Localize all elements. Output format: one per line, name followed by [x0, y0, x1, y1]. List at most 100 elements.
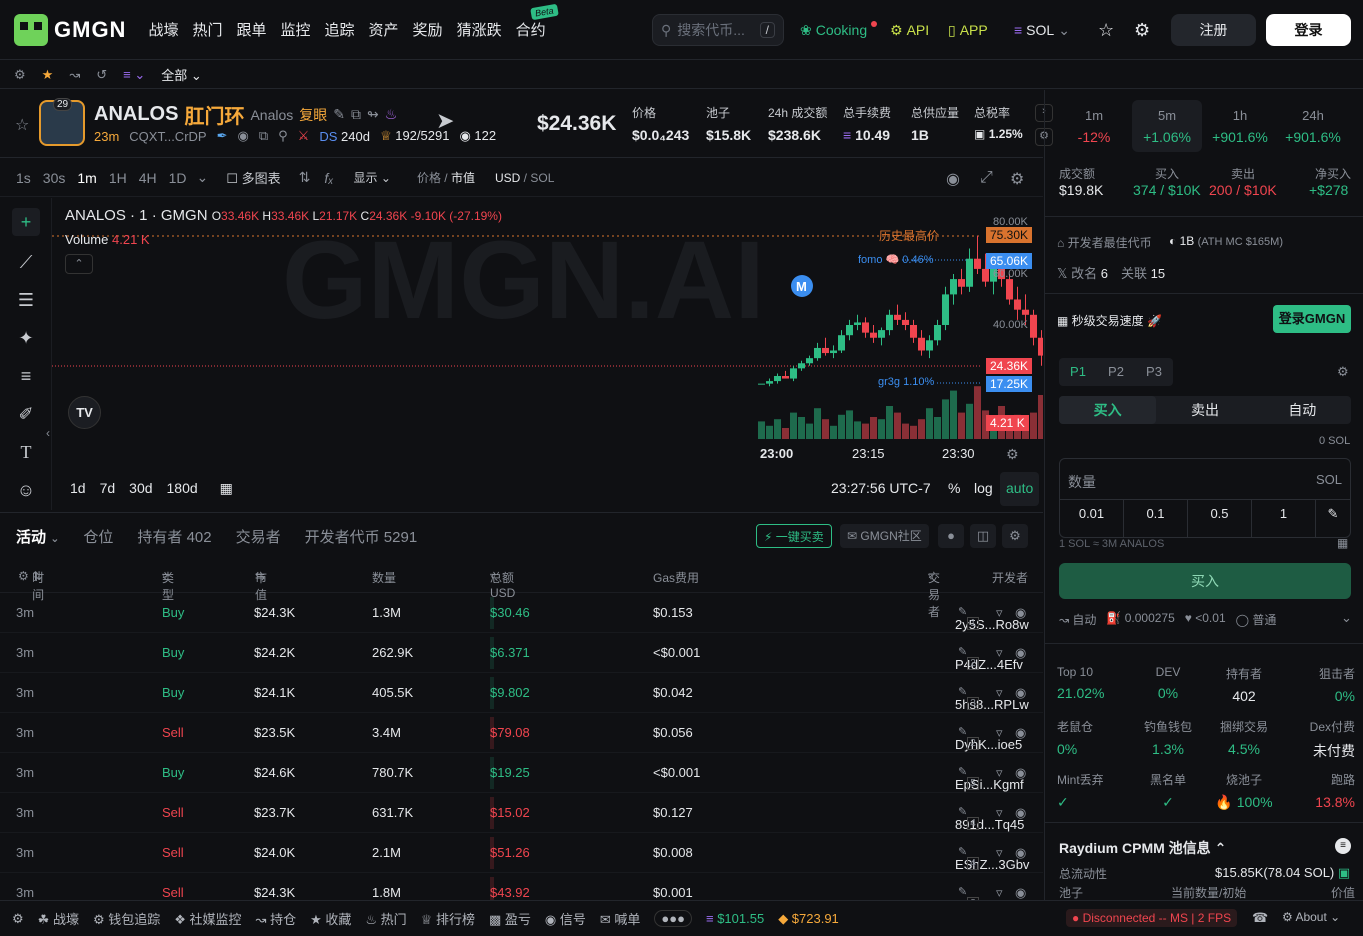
filter-icon[interactable]: ▿ [996, 805, 1003, 821]
table-row[interactable]: 3m Sell $23.5K 3.4M $79.08 $0.056 DyhK...ioe5 ✎… [0, 713, 1043, 753]
footer-social[interactable]: ❖ 社媒监控 [174, 909, 241, 928]
range-7d[interactable]: 7d [100, 480, 116, 497]
interval-1m[interactable]: 1m [77, 170, 96, 186]
filter-icon[interactable]: ▿ [996, 685, 1003, 701]
timeframe-24h[interactable]: 24h +901.6% [1278, 100, 1348, 152]
tab-positions[interactable]: 仓位 [83, 526, 113, 547]
price-mcap-toggle[interactable]: 价格 / 市值 [417, 169, 475, 186]
buy-submit-button[interactable]: 买入 [1059, 563, 1351, 599]
preset-p3[interactable]: P3 [1135, 358, 1173, 386]
quick-amount-01[interactable]: 0.1 [1124, 500, 1188, 538]
expand-settings-chevron-icon[interactable]: ⌄ [1341, 610, 1352, 626]
fib-icon[interactable]: ≡ [12, 362, 40, 390]
nav-trenches[interactable]: 战壕 [148, 19, 178, 40]
interval-1h[interactable]: 1H [109, 170, 127, 186]
nav-assets[interactable]: 资产 [369, 19, 399, 40]
cooking-button[interactable]: ❀ Cooking [800, 14, 878, 46]
register-button[interactable]: 注册 [1171, 14, 1256, 46]
tab-activity[interactable]: 活动 ⌄ [16, 526, 59, 547]
footer-positions[interactable]: ↝ 持仓 [256, 909, 297, 928]
fullscreen-icon[interactable]: ⤢ [980, 169, 993, 187]
interval-more-chevron-icon[interactable]: ⌄ [197, 169, 209, 186]
footer-favorites[interactable]: ★ 收藏 [310, 909, 351, 928]
calendar-icon[interactable]: ▦ [220, 480, 233, 497]
buy-tab[interactable]: 买入 [1059, 396, 1157, 424]
log-toggle[interactable]: log [974, 480, 993, 496]
price-chart[interactable]: GMGN.AI M ANALOS · 1 · GMGN O33.46K H33.… [52, 198, 1061, 510]
table-row[interactable]: 3m Buy $24.2K 262.9K $6.371 <$0.001 P4dZ...4Ef… [0, 633, 1043, 673]
collapse-legend-icon[interactable]: ⌃ [65, 254, 93, 274]
footer-trenches[interactable]: ☘ 战壕 [38, 909, 79, 928]
nav-copytrade[interactable]: 跟单 [236, 19, 266, 40]
filter-icon[interactable]: ▿ [996, 845, 1003, 861]
quick-amount-1[interactable]: 1 [1252, 500, 1316, 538]
token-avatar[interactable]: 29 [39, 98, 85, 146]
share-icon[interactable]: ↬ [367, 106, 379, 123]
table-row[interactable]: 3m Sell $24.0K 2.1M $51.26 $0.008 EShZ...3Gbv ✎… [0, 833, 1043, 873]
table-row[interactable]: 3m Buy $24.1K 405.5K $9.802 $0.042 5hs8...RPLw… [0, 673, 1043, 713]
website-icon[interactable]: ◉ [238, 128, 249, 144]
text-tool-icon[interactable]: T [12, 438, 40, 466]
tab-dev-tokens[interactable]: 开发者代币 5291 [305, 526, 418, 547]
settings-icon[interactable]: ⚙ [14, 67, 26, 83]
twitter-icon[interactable]: ⧉ [259, 128, 268, 144]
filter-icon[interactable]: ▿ [996, 725, 1003, 741]
function-icon[interactable]: fₓ [324, 170, 333, 186]
chain-selector[interactable]: ≡ SOL ⌄ [1014, 14, 1070, 46]
axis-settings-icon[interactable]: ⚙ [1006, 446, 1019, 463]
layout-icon[interactable]: ◫ [970, 524, 996, 548]
currency-toggle[interactable]: USD / SOL [495, 171, 554, 185]
tab-traders[interactable]: 交易者 [236, 526, 281, 547]
trendline-icon[interactable]: ⟋ [12, 248, 40, 276]
emoji-icon[interactable]: ☺ [12, 476, 40, 504]
col-total[interactable]: 总额 USD ▿ [490, 569, 515, 600]
table-settings-icon[interactable]: ⚙ [1002, 524, 1028, 548]
solana-filter-icon[interactable]: ≡ ⌄ [123, 67, 145, 83]
amount-input[interactable]: 数量 [1068, 472, 1096, 492]
edit-amounts-icon[interactable]: ✎ [1316, 500, 1350, 538]
tab-holders[interactable]: 持有者 402 [137, 526, 211, 547]
filter-icon[interactable]: ▿ [996, 605, 1003, 621]
horizontal-lines-icon[interactable]: ☰ [12, 286, 40, 314]
trade-settings-row[interactable]: ↝ 自动 ⛽ 0.000275 ♥ <0.01 ◯ 普通 [1059, 611, 1276, 628]
api-button[interactable]: ⚙ API [890, 14, 929, 46]
table-row[interactable]: 3m Buy $24.6K 780.7K $19.25 <$0.001 EpSi...Kgm… [0, 753, 1043, 793]
chart-line-icon[interactable]: ↝ [69, 67, 80, 83]
copy-icon[interactable]: ⧉ [351, 106, 361, 123]
preset-p2[interactable]: P2 [1097, 358, 1135, 386]
footer-signals[interactable]: ◉ 信号 [545, 909, 586, 928]
col-trader[interactable]: 交易者 ▿ [928, 569, 940, 619]
collapse-toolbar-icon[interactable]: ‹ [46, 426, 50, 440]
interval-30s[interactable]: 30s [43, 170, 66, 186]
timeframe-1h[interactable]: 1h +901.6% [1205, 100, 1275, 152]
about-menu[interactable]: ⚙ About ⌄ [1282, 910, 1340, 924]
footer-wallet-track[interactable]: ⚙ 钱包追踪 [93, 909, 160, 928]
community-button[interactable]: ✉ GMGN社区 [840, 524, 929, 548]
nav-track[interactable]: 追踪 [325, 19, 355, 40]
table-row[interactable]: 3m Sell $23.7K 631.7K $15.02 $0.127 891d...Tq4… [0, 793, 1043, 833]
favorite-star-icon[interactable]: ☆ [1098, 14, 1114, 46]
col-mcap[interactable]: 市值 ⇆ [255, 569, 267, 602]
star-icon[interactable]: ★ [42, 67, 54, 83]
filter-all[interactable]: 全部 ⌄ [161, 65, 202, 84]
col-type[interactable]: 类型 ▿ [162, 569, 174, 602]
filter-icon[interactable]: ▿ [996, 885, 1003, 901]
gmgn-logo[interactable]: GMGN [14, 13, 126, 46]
footer-chain-icons[interactable]: ●●● [654, 910, 692, 927]
filter-icon[interactable]: ▿ [996, 645, 1003, 661]
nav-futures[interactable]: 合约 Beta [516, 3, 559, 40]
auto-tab[interactable]: 自动 [1254, 396, 1351, 424]
col-time[interactable]: ⚙ 时间 ⇅ [18, 569, 44, 602]
login-gmgn-button[interactable]: 登录GMGN [1273, 305, 1351, 333]
percent-toggle[interactable]: % [948, 480, 960, 496]
indicators-icon[interactable]: ⇅ [299, 169, 311, 186]
tradingview-logo-icon[interactable]: TV [68, 396, 101, 429]
interval-1d[interactable]: 1D [169, 170, 187, 186]
pool-menu-icon[interactable]: ≡ [1335, 838, 1351, 854]
feather-icon[interactable]: ✒ [217, 128, 228, 144]
login-button[interactable]: 登录 [1266, 14, 1351, 46]
bubble-map-icon[interactable]: ● [938, 524, 964, 548]
calculator-icon[interactable]: ▦ [1337, 536, 1348, 550]
auto-toggle[interactable]: auto [1000, 472, 1040, 506]
preset-settings-icon[interactable]: ⚙ [1337, 364, 1349, 380]
